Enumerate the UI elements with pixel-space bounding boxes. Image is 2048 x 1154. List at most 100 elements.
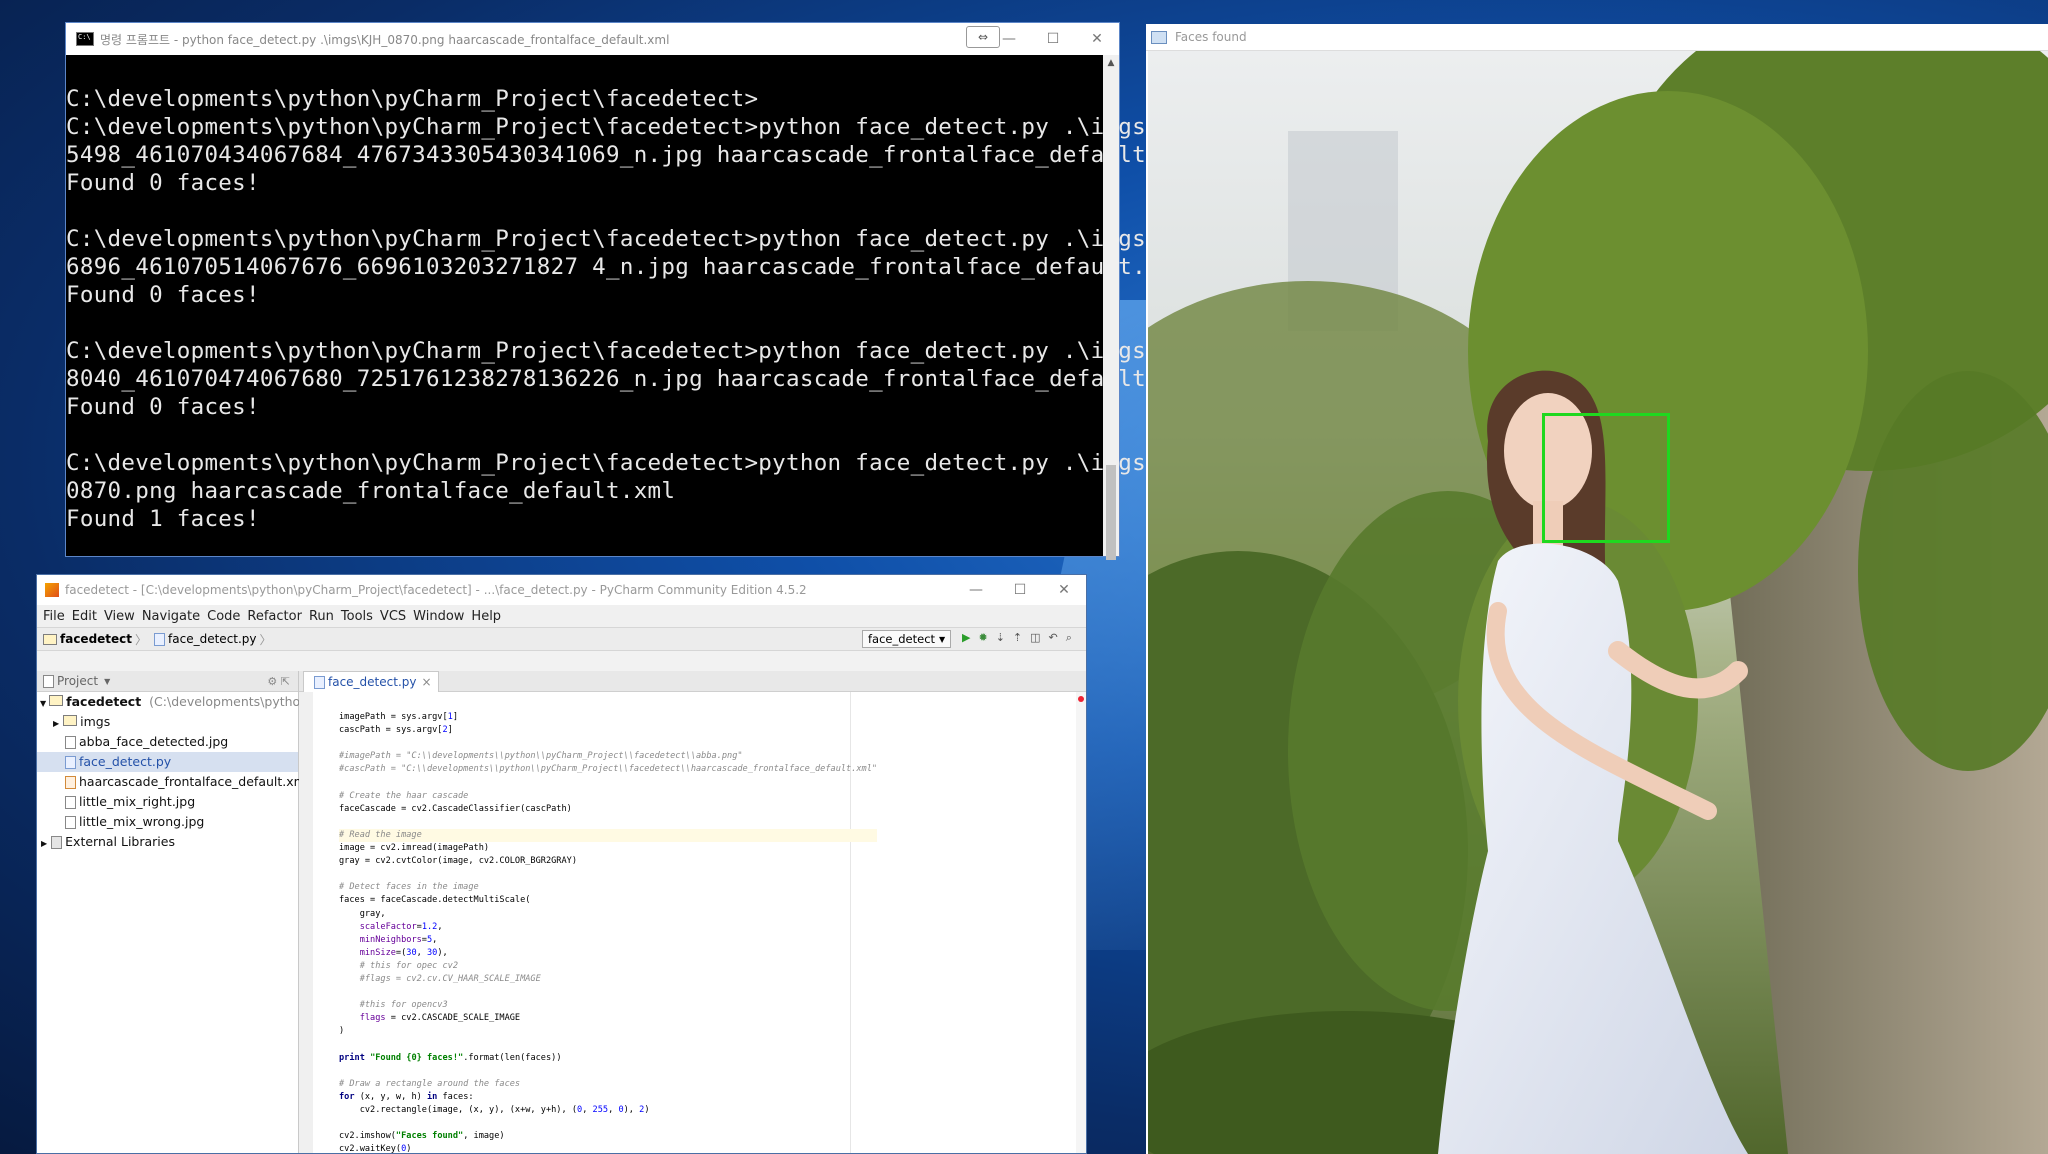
menu-navigate[interactable]: Navigate <box>142 609 200 624</box>
pane-settings-icon[interactable]: ⚙ ⇱ <box>267 675 290 688</box>
editor-tabs: face_detect.py × <box>299 671 1086 692</box>
project-icon <box>43 674 54 688</box>
pycharm-title-bar[interactable]: facedetect - [C:\developments\python\pyC… <box>37 575 1086 605</box>
breadcrumb-file[interactable]: face_detect.py <box>168 632 256 646</box>
folder-icon <box>49 695 64 706</box>
project-pane-header[interactable]: Project ▼ ⚙ ⇱ <box>37 671 298 692</box>
breadcrumb-project[interactable]: facedetect <box>60 632 132 646</box>
folder-icon <box>43 633 57 645</box>
cmd-line: Found 1 faces! <box>66 506 260 532</box>
cmd-line: 5498_461070434067684_4767343305430341069… <box>66 142 1202 168</box>
error-indicator-icon <box>1078 696 1084 702</box>
python-file-icon <box>65 756 76 769</box>
pycharm-window[interactable]: facedetect - [C:\developments\python\pyC… <box>36 574 1087 1154</box>
menu-code[interactable]: Code <box>207 609 240 624</box>
tree-root-path: (C:\developments\python\p <box>149 694 321 709</box>
project-tree: ▼ facedetect (C:\developments\python\p ▶ i… <box>37 692 320 852</box>
project-label[interactable]: Project <box>57 674 98 688</box>
scroll-up-icon[interactable]: ▲ <box>1103 55 1119 71</box>
cmd-line: Found 0 faces! <box>66 170 260 196</box>
editor-scrollbar[interactable] <box>1076 692 1086 1153</box>
menu-refactor[interactable]: Refactor <box>247 609 302 624</box>
faces-found-window[interactable]: Faces found <box>1146 24 2048 1154</box>
tree-item-file-selected[interactable]: face_detect.py <box>37 752 298 772</box>
vcs-update-icon[interactable]: ⇣ <box>996 631 1005 645</box>
window-icon <box>1151 30 1167 44</box>
menu-window[interactable]: Window <box>413 609 464 624</box>
pycharm-logo-icon <box>45 583 59 597</box>
image-file-icon <box>65 816 76 829</box>
tree-item-file[interactable]: little_mix_wrong.jpg <box>37 812 298 832</box>
menu-edit[interactable]: Edit <box>72 609 97 624</box>
tree-item-file[interactable]: little_mix_right.jpg <box>37 792 298 812</box>
menu-bar: File Edit View Navigate Code Refactor Ru… <box>37 605 1086 627</box>
menu-tools[interactable]: Tools <box>341 609 373 624</box>
cmd-output[interactable]: C:\developments\python\pyCharm_Project\f… <box>66 55 1216 556</box>
cmd-line <box>66 421 1103 449</box>
cmd-close-button[interactable]: ✕ <box>1075 23 1119 55</box>
pycharm-title: facedetect - [C:\developments\python\pyC… <box>65 583 807 597</box>
cmd-line: 6896_461070514067676_6696103203271827 4_… <box>66 254 1188 280</box>
menu-file[interactable]: File <box>43 609 65 624</box>
command-prompt-window[interactable]: 명령 프롬프트 - python face_detect.py .\imgs\K… <box>65 22 1216 560</box>
menu-help[interactable]: Help <box>471 609 501 624</box>
run-config-select[interactable]: face_detect ▼ <box>862 630 952 648</box>
close-tab-icon[interactable]: × <box>421 675 431 689</box>
cmd-line: Found 0 faces! <box>66 394 260 420</box>
menu-view[interactable]: View <box>104 609 135 624</box>
pycharm-minimize-button[interactable]: — <box>954 575 998 605</box>
detected-photo <box>1148 51 2048 1154</box>
revert-icon[interactable]: ↶ <box>1049 631 1058 645</box>
python-file-icon <box>314 675 325 689</box>
tree-external-label: External Libraries <box>65 834 175 849</box>
cmd-maximize-button[interactable]: ☐ <box>1031 23 1075 55</box>
cmd-title: 명령 프롬프트 - python face_detect.py .\imgs\K… <box>100 32 670 47</box>
folder-icon <box>63 715 78 726</box>
compare-icon[interactable]: ◫ <box>1030 631 1040 645</box>
tree-item-external-libraries[interactable]: ▶ External Libraries <box>37 832 298 852</box>
tree-file-label: little_mix_wrong.jpg <box>79 814 205 829</box>
tree-item-root[interactable]: ▼ facedetect (C:\developments\python\p <box>37 692 320 712</box>
faces-title: Faces found <box>1175 30 1247 44</box>
code-editor[interactable]: face_detect.py × imagePath = sys.argv[1]… <box>299 671 1086 1153</box>
tab-face-detect[interactable]: face_detect.py × <box>303 671 439 692</box>
search-icon[interactable]: ⌕ <box>1066 631 1072 645</box>
cmd-line <box>66 197 1103 225</box>
cmd-minimize-button[interactable]: — <box>987 23 1031 55</box>
image-file-icon <box>65 796 76 809</box>
cmd-icon <box>76 32 94 46</box>
run-icon[interactable]: ▶ <box>962 631 970 645</box>
project-pane[interactable]: Project ▼ ⚙ ⇱ ▼ facedetect (C:\developmen… <box>37 671 320 1153</box>
image-file-icon <box>65 736 76 749</box>
debug-icon[interactable]: ✹ <box>978 631 987 645</box>
cmd-line: Found 0 faces! <box>66 282 260 308</box>
tree-item-imgs[interactable]: ▶ imgs <box>37 712 298 732</box>
cmd-line: 8040_461070474067680_7251761238278136226… <box>66 366 1202 392</box>
cmd-line: 0870.png haarcascade_frontalface_default… <box>66 478 676 504</box>
pycharm-close-button[interactable]: ✕ <box>1042 575 1086 605</box>
cmd-line: C:\developments\python\pyCharm_Project\f… <box>66 338 1216 364</box>
tree-item-file[interactable]: haarcascade_frontalface_default.xml <box>37 772 309 792</box>
xml-file-icon <box>65 776 76 789</box>
menu-vcs[interactable]: VCS <box>380 609 406 624</box>
code-area[interactable]: imagePath = sys.argv[1] cascPath = sys.ar… <box>319 692 1076 1153</box>
faces-title-bar[interactable]: Faces found <box>1146 24 2048 51</box>
vcs-commit-icon[interactable]: ⇡ <box>1013 631 1022 645</box>
tab-label: face_detect.py <box>328 675 417 689</box>
cmd-line: C:\developments\python\pyCharm_Project\f… <box>66 114 1216 140</box>
cmd-scrollbar[interactable]: ▲ <box>1103 55 1119 560</box>
editor-gutter <box>299 692 313 1153</box>
breadcrumb: facedetect 〉 face_detect.py 〉 face_detec… <box>37 627 1086 651</box>
tree-item-file[interactable]: abba_face_detected.jpg <box>37 732 298 752</box>
photo-illustration <box>1148 51 2048 1154</box>
library-icon <box>51 836 63 849</box>
tree-file-label: abba_face_detected.jpg <box>79 734 229 749</box>
pycharm-maximize-button[interactable]: ☐ <box>998 575 1042 605</box>
tree-file-label: haarcascade_frontalface_default.xml <box>79 774 310 789</box>
cmd-line <box>66 309 1103 337</box>
menu-run[interactable]: Run <box>309 609 334 624</box>
cmd-title-bar[interactable]: 명령 프롬프트 - python face_detect.py .\imgs\K… <box>66 23 1119 55</box>
run-config-label: face_detect <box>868 632 936 646</box>
scroll-thumb[interactable] <box>1106 465 1116 560</box>
python-file-icon <box>154 632 166 646</box>
